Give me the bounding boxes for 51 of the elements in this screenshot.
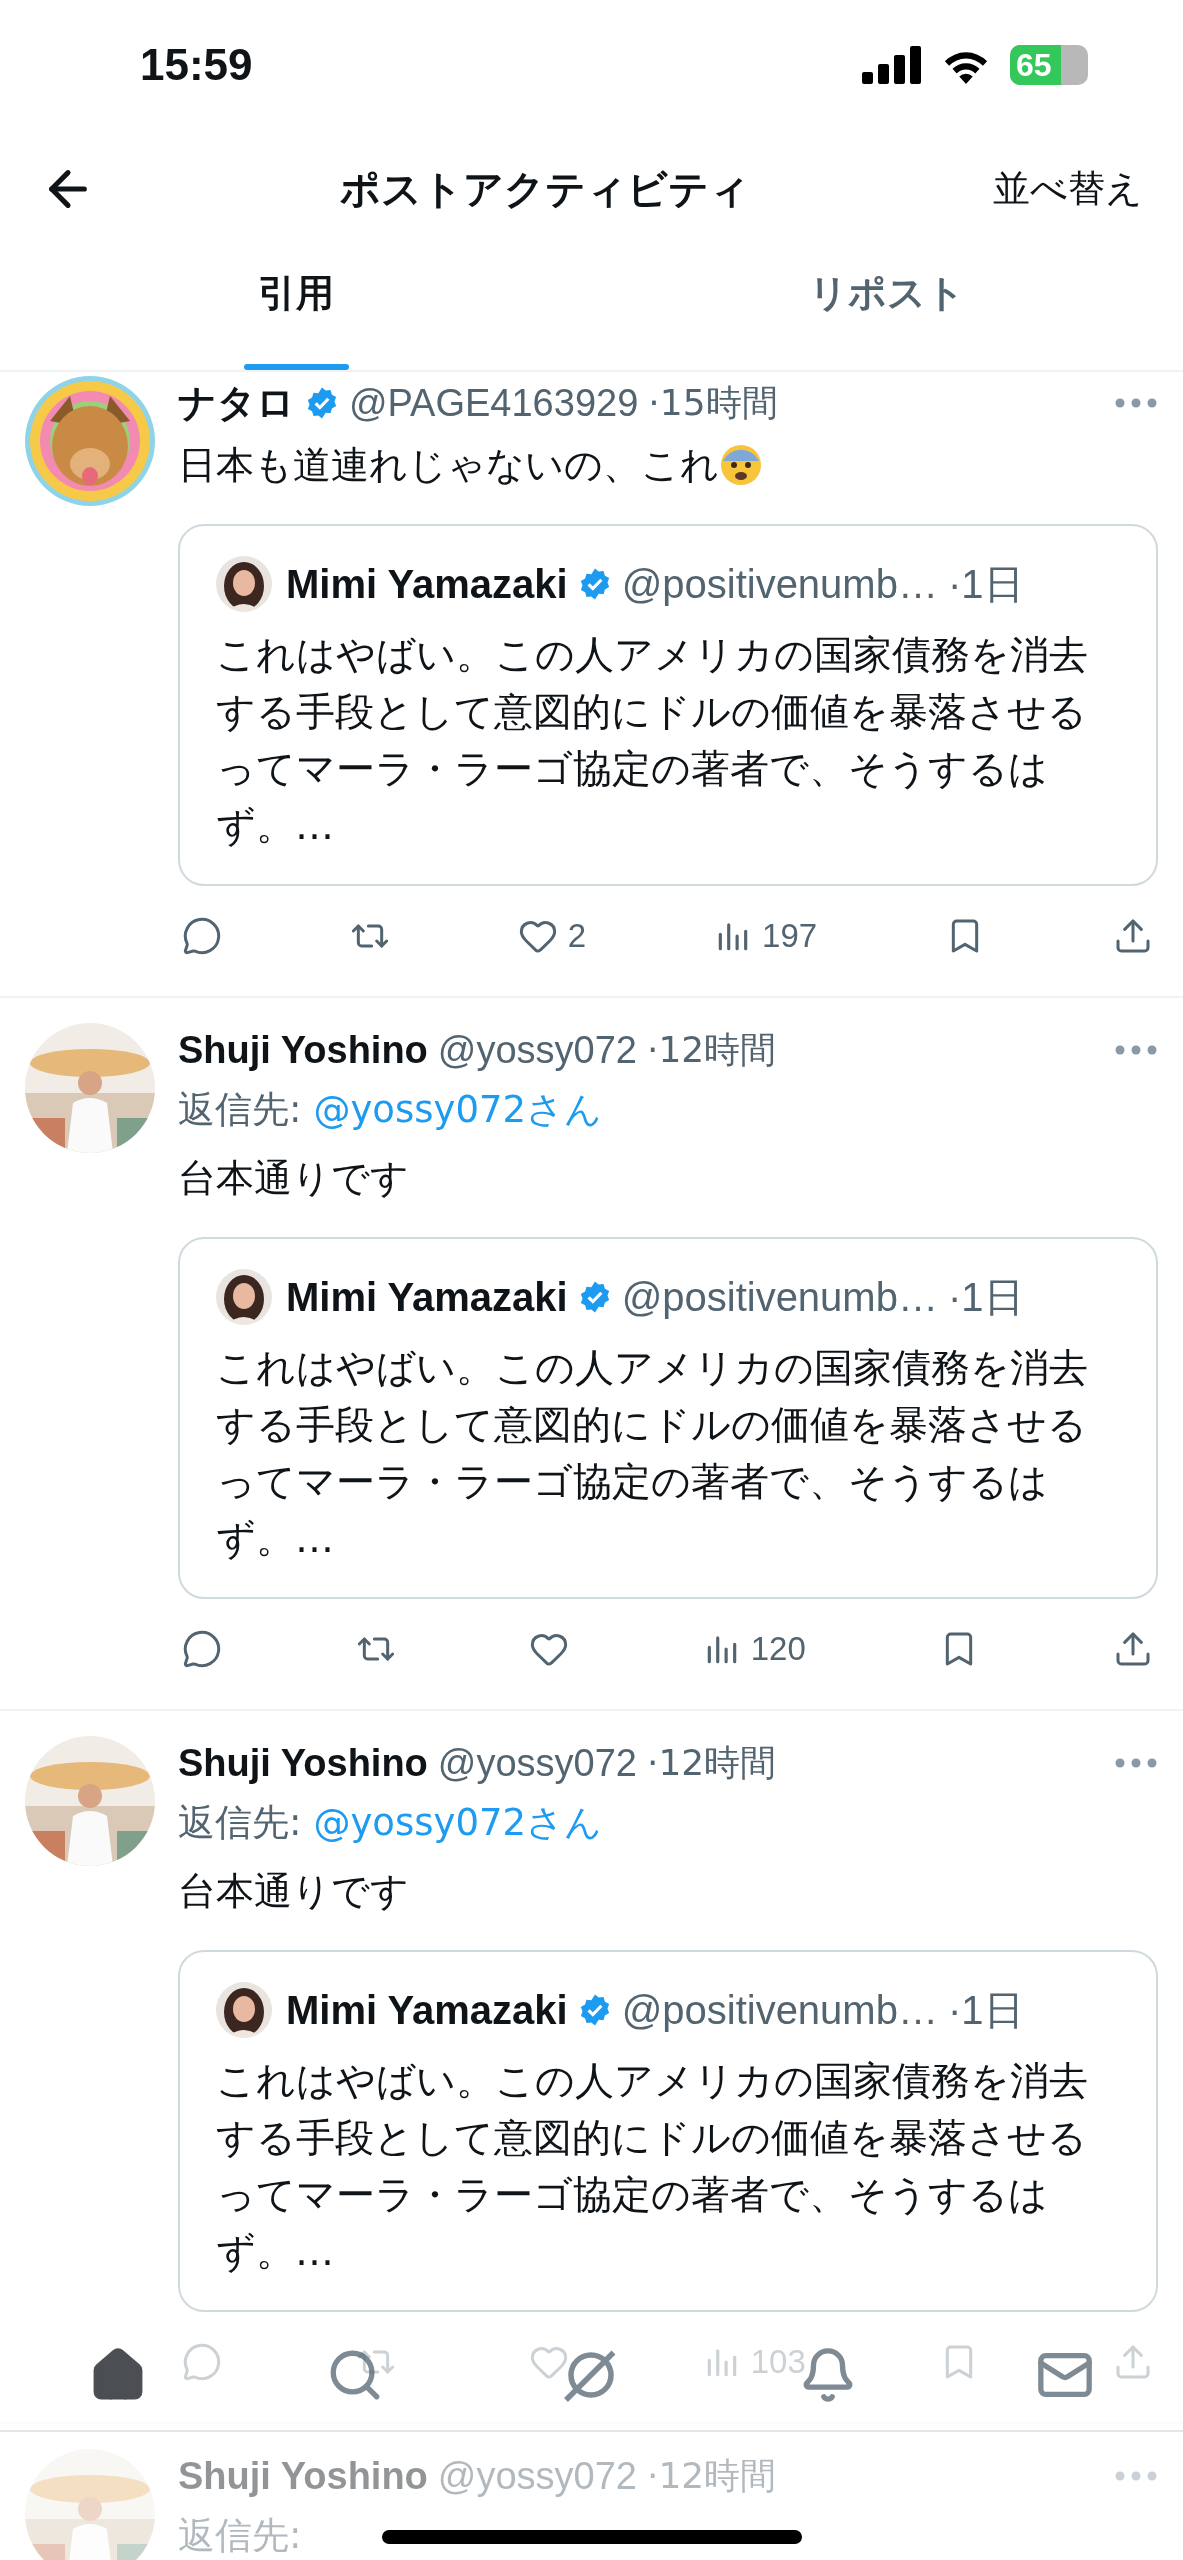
reply-button[interactable] [182, 1629, 222, 1669]
quote-author-handle: @positivenumb… [621, 1987, 938, 2033]
quote-time: ·1日 [947, 1986, 1024, 2034]
author-handle: @yossy072 [437, 1028, 637, 1072]
status-time: 15:59 [140, 40, 253, 90]
more-icon[interactable] [1114, 397, 1158, 409]
post-time: ·15時間 [648, 380, 778, 425]
author-name: ナタロ [178, 380, 295, 426]
reply-label: 返信先: [178, 1800, 302, 1846]
reply-button[interactable] [182, 916, 222, 956]
more-icon[interactable] [1114, 1044, 1158, 1056]
more-icon[interactable] [1114, 1757, 1158, 1769]
author-name: Shuji Yoshino [178, 1028, 428, 1072]
reply-label: 返信先: [178, 1087, 302, 1133]
reply-label: 返信先: [178, 2513, 302, 2559]
quote-text: これはやばい。この人アメリカの国家債務を消去する手段として意図的にドルの価値を暴落させるってマーラ・ラーゴ協定の著者で、そうするはず。… [216, 2057, 1089, 2276]
author-handle: @yossy072 [437, 2454, 637, 2498]
author-handle: @PAGE4163929 [349, 381, 639, 425]
quote-text: これはやばい。この人アメリカの国家債務を消去する手段として意図的にドルの価値を暴落させるってマーラ・ラーゴ協定の著者で、そうするはず。… [216, 1344, 1089, 1563]
tab[interactable]: リポスト [591, 228, 1183, 370]
quoted-post-card[interactable]: Mimi Yamazaki @positivenumb… ·1日 これはやばい。この人アメリカの国家債務を消去する手段として意図的にドルの価値を暴落させるってマーラ・ラーゴ協定の著者で、そうするはず。… [178, 1950, 1158, 2312]
post-text: 日本も道連れじゃないの、これ [178, 441, 719, 489]
post-time: ·12時間 [646, 1027, 777, 1072]
quote-author-handle: @positivenumb… [621, 561, 938, 607]
post-text: 台本通りです [178, 1867, 409, 1915]
quote-time: ·1日 [947, 1273, 1024, 1321]
quote-author-handle: @positivenumb… [621, 1274, 938, 1320]
author-name: Shuji Yoshino [178, 2454, 428, 2498]
quote-text: これはやばい。この人アメリカの国家債務を消去する手段として意図的にドルの価値を暴落させるってマーラ・ラーゴ協定の著者で、そうするはず。… [216, 631, 1089, 850]
quote-author-name: Mimi Yamazaki [286, 561, 568, 607]
signal-icon [862, 46, 922, 84]
views-button[interactable]: 197 [714, 917, 818, 955]
views-button[interactable]: 120 [702, 1630, 806, 1668]
quote-author-name: Mimi Yamazaki [286, 1274, 568, 1320]
tab[interactable]: 引用 [0, 228, 592, 370]
page-title: ポストアクティビティ [339, 164, 750, 214]
reply-icon [182, 1629, 222, 1669]
post-text: 台本通りです [178, 1154, 409, 1202]
quote-author-name: Mimi Yamazaki [286, 1987, 568, 2033]
sort-button[interactable]: 並べ替え [993, 164, 1143, 214]
post-time: ·12時間 [646, 1740, 777, 1785]
quoted-post-card[interactable]: Mimi Yamazaki @positivenumb… ·1日 これはやばい。この人アメリカの国家債務を消去する手段として意図的にドルの価値を暴落させるってマーラ・ラーゴ協定の著者で、そうするはず。… [178, 524, 1158, 886]
reply-icon [182, 916, 222, 956]
like-button[interactable]: 2 [517, 916, 587, 956]
post-time: ·12時間 [646, 2453, 777, 2498]
reply-icon [182, 2342, 222, 2382]
battery-level: 65 [1015, 46, 1052, 84]
author-handle: @yossy072 [437, 1741, 637, 1785]
author-name: Shuji Yoshino [178, 1741, 428, 1785]
quote-time: ·1日 [947, 560, 1024, 608]
quoted-post-card[interactable]: Mimi Yamazaki @positivenumb… ·1日 これはやばい。この人アメリカの国家債務を消去する手段として意図的にドルの価値を暴落させるってマーラ・ラーゴ協定の著者で、そうするはず。… [178, 1237, 1158, 1599]
